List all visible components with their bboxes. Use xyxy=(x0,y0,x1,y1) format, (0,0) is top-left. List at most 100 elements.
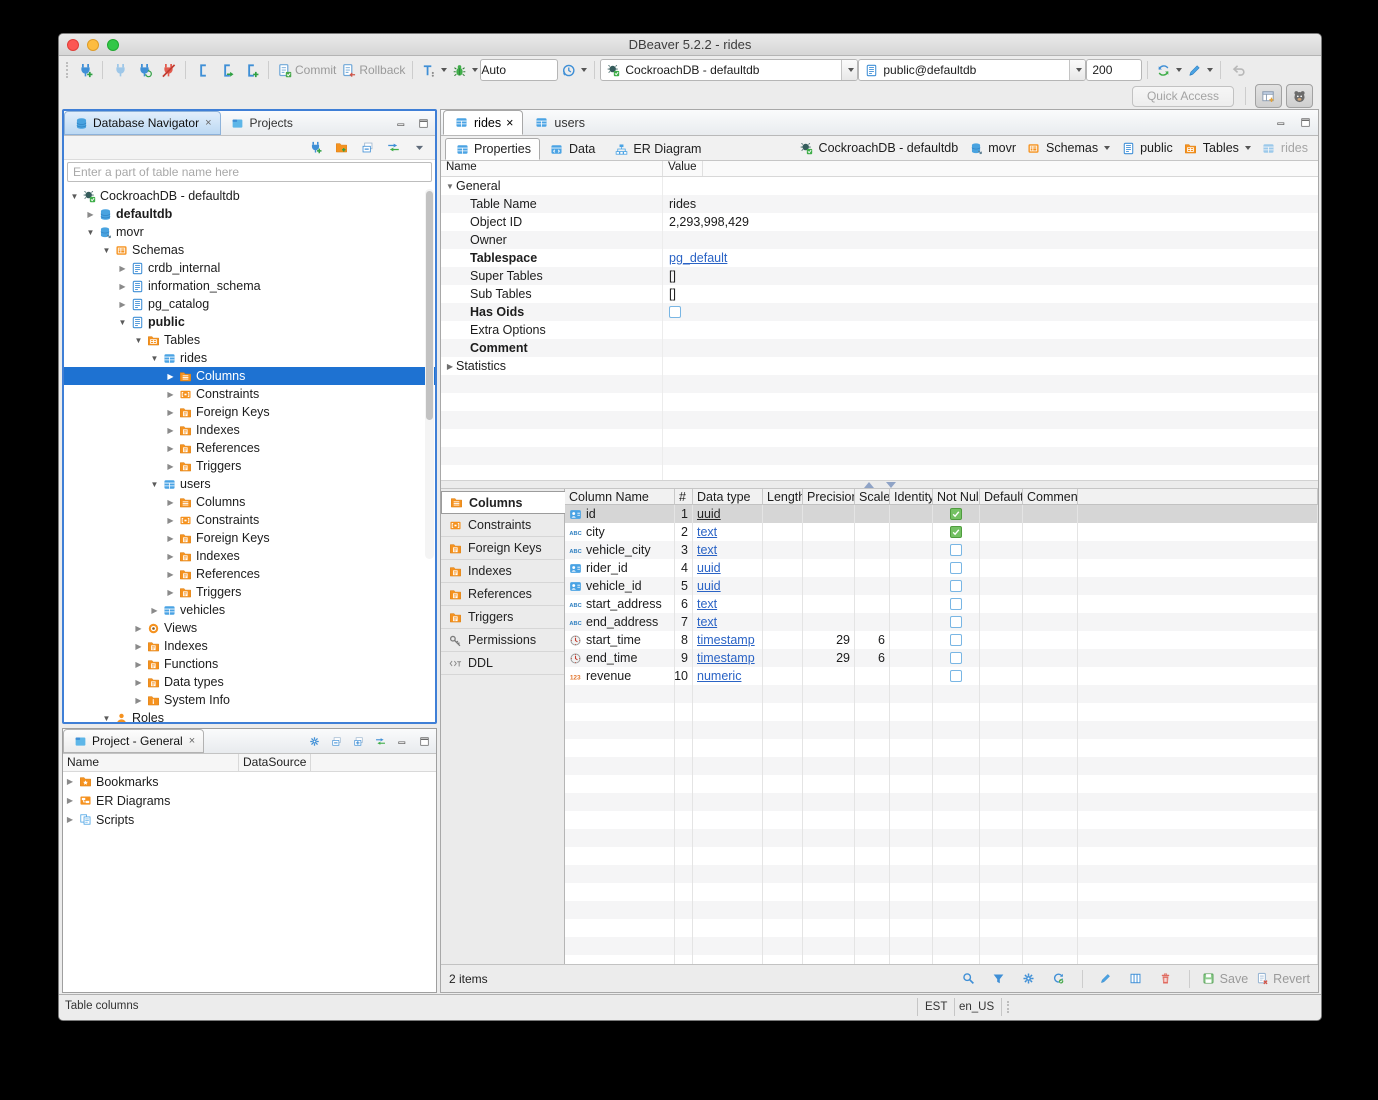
tab-projects[interactable]: Projects xyxy=(221,111,302,135)
new-sql-script[interactable] xyxy=(239,58,263,82)
datatype-link[interactable]: uuid xyxy=(697,561,721,575)
collapse-arrow-icon[interactable]: ▼ xyxy=(100,246,113,255)
grid-header-precision[interactable]: Precision xyxy=(803,489,855,505)
pencil-button[interactable] xyxy=(1094,967,1118,991)
datatype-link[interactable]: text xyxy=(697,597,717,611)
close-icon[interactable] xyxy=(205,117,211,129)
expand-arrow-icon[interactable]: ▶ xyxy=(164,390,177,399)
object-tab-ddl[interactable]: TDDL xyxy=(441,652,564,675)
expand-arrow-icon[interactable]: ▶ xyxy=(132,642,145,651)
sash-up-icon[interactable] xyxy=(864,482,874,488)
grid-header-not-null[interactable]: Not Null xyxy=(933,489,980,505)
expand-arrow-icon[interactable]: ▶ xyxy=(63,815,77,824)
expand-arrow-icon[interactable]: ▶ xyxy=(164,570,177,579)
tree-item-columns[interactable]: ▶Columns xyxy=(64,367,435,385)
property-row-object-id[interactable]: Object ID2,293,998,429 xyxy=(441,213,1318,231)
grid-header-data-type[interactable]: Data type xyxy=(693,489,763,505)
trash-button[interactable] xyxy=(1154,967,1178,991)
colview-button[interactable] xyxy=(1124,967,1148,991)
rollback-button[interactable]: Rollback xyxy=(338,58,407,82)
breadcrumb-tables[interactable]: Tables xyxy=(1183,140,1251,156)
tree-item-schemas[interactable]: ▼Schemas xyxy=(64,241,435,259)
expand-arrow-icon[interactable]: ▶ xyxy=(164,588,177,597)
object-tab-foreign-keys[interactable]: Foreign Keys xyxy=(441,537,564,560)
collapse-all-button[interactable] xyxy=(327,733,345,749)
expand-arrow-icon[interactable]: ▶ xyxy=(116,282,129,291)
tree-item-foreign-keys[interactable]: ▶Foreign Keys xyxy=(64,403,435,421)
property-row-table-name[interactable]: Table Namerides xyxy=(441,195,1318,213)
grid-row-start-time[interactable]: start_time8timestamp296 xyxy=(565,631,1318,649)
checkbox-has-oids[interactable] xyxy=(669,306,681,318)
collapse-arrow-icon[interactable]: ▼ xyxy=(116,318,129,327)
expand-arrow-icon[interactable]: ▶ xyxy=(132,624,145,633)
datatype-link[interactable]: text xyxy=(697,543,717,557)
quick-access-button[interactable]: Quick Access xyxy=(1132,86,1234,107)
debug-menu[interactable] xyxy=(449,58,480,82)
dbeaver-perspective-button[interactable] xyxy=(1286,84,1313,108)
notnull-checkbox[interactable] xyxy=(950,670,962,682)
grid-row-city[interactable]: ABCcity2text xyxy=(565,523,1318,541)
tree-item-views[interactable]: ▶Views xyxy=(64,619,435,637)
object-tab-references[interactable]: References xyxy=(441,583,564,606)
tree-item-defaultdb[interactable]: ▶defaultdb xyxy=(64,205,435,223)
grid-row-id[interactable]: id1uuid xyxy=(565,505,1318,523)
property-row-comment[interactable]: Comment xyxy=(441,339,1318,357)
expand-arrow-icon[interactable]: ▶ xyxy=(148,606,161,615)
tree-item-columns[interactable]: ▶Columns xyxy=(64,493,435,511)
grid-row-rider-id[interactable]: rider_id4uuid xyxy=(565,559,1318,577)
property-row-owner[interactable]: Owner xyxy=(441,231,1318,249)
property-row-sub-tables[interactable]: Sub Tables[] xyxy=(441,285,1318,303)
collapse-arrow-icon[interactable]: ▼ xyxy=(68,192,81,201)
transaction-mode-menu[interactable] xyxy=(418,58,449,82)
disconnect[interactable] xyxy=(156,58,180,82)
datatype-link[interactable]: uuid xyxy=(697,579,721,593)
invalidate-reconnect[interactable] xyxy=(132,58,156,82)
status-locale[interactable]: en_US xyxy=(952,998,1002,1016)
expand-arrow-icon[interactable]: ▶ xyxy=(164,462,177,471)
editor-tab-users[interactable]: users xyxy=(523,110,595,135)
link-pg-default[interactable]: pg_default xyxy=(669,251,727,265)
expand-arrow-icon[interactable]: ▶ xyxy=(116,300,129,309)
commit-button[interactable]: Commit xyxy=(274,58,338,82)
grid-row-end-time[interactable]: end_time9timestamp296 xyxy=(565,649,1318,667)
collapse-arrow-icon[interactable]: ▼ xyxy=(100,714,113,723)
sash-down-icon[interactable] xyxy=(886,482,896,488)
collapse-arrow-icon[interactable]: ▼ xyxy=(132,336,145,345)
notnull-checkbox[interactable] xyxy=(950,616,962,628)
tree-item-indexes[interactable]: ▶Indexes xyxy=(64,637,435,655)
tree-item-roles[interactable]: ▼Roles xyxy=(64,709,435,722)
fetch-size-input[interactable]: 200 xyxy=(1086,59,1142,81)
gear-button[interactable] xyxy=(1017,967,1041,991)
tree-item-information-schema[interactable]: ▶information_schema xyxy=(64,277,435,295)
subtab-er-diagram[interactable]: ER Diagram xyxy=(604,138,710,160)
property-row-tablespace[interactable]: Tablespacepg_default xyxy=(441,249,1318,267)
tab-database-navigator[interactable]: Database Navigator xyxy=(64,111,221,135)
close-icon[interactable] xyxy=(189,735,195,747)
grid-header-identity[interactable]: Identity xyxy=(890,489,933,505)
breadcrumb-movr[interactable]: movr xyxy=(968,140,1016,156)
property-row-statistics[interactable]: ▶Statistics xyxy=(441,357,1318,375)
object-tab-constraints[interactable]: Constraints xyxy=(441,514,564,537)
project-item-bookmarks[interactable]: ▶Bookmarks xyxy=(63,772,436,791)
expand-arrow-icon[interactable]: ▶ xyxy=(63,796,77,805)
notnull-checkbox[interactable] xyxy=(950,634,962,646)
folder-new-button[interactable] xyxy=(329,136,353,160)
collapse-arrow-icon[interactable]: ▼ xyxy=(148,354,161,363)
notnull-checkbox[interactable] xyxy=(950,526,962,538)
connect[interactable] xyxy=(108,58,132,82)
datatype-link[interactable]: uuid xyxy=(697,507,721,521)
object-tab-columns[interactable]: Columns xyxy=(441,491,565,514)
expand-arrow-icon[interactable]: ▶ xyxy=(444,362,456,371)
expand-arrow-icon[interactable]: ▶ xyxy=(164,516,177,525)
expand-arrow-icon[interactable]: ▶ xyxy=(164,426,177,435)
notnull-checkbox[interactable] xyxy=(950,580,962,592)
tree-item-tables[interactable]: ▼Tables xyxy=(64,331,435,349)
breadcrumb-schemas[interactable]: Schemas xyxy=(1026,140,1110,156)
table-filter-input[interactable] xyxy=(67,162,432,182)
property-row-has-oids[interactable]: Has Oids xyxy=(441,303,1318,321)
datatype-link[interactable]: numeric xyxy=(697,669,741,683)
property-row-super-tables[interactable]: Super Tables[] xyxy=(441,267,1318,285)
breadcrumb-cockroachdb-defaultdb[interactable]: CockroachDB - defaultdb xyxy=(799,140,959,156)
menu-down-button[interactable] xyxy=(407,136,431,160)
project-item-scripts[interactable]: ▶Scripts xyxy=(63,810,436,829)
